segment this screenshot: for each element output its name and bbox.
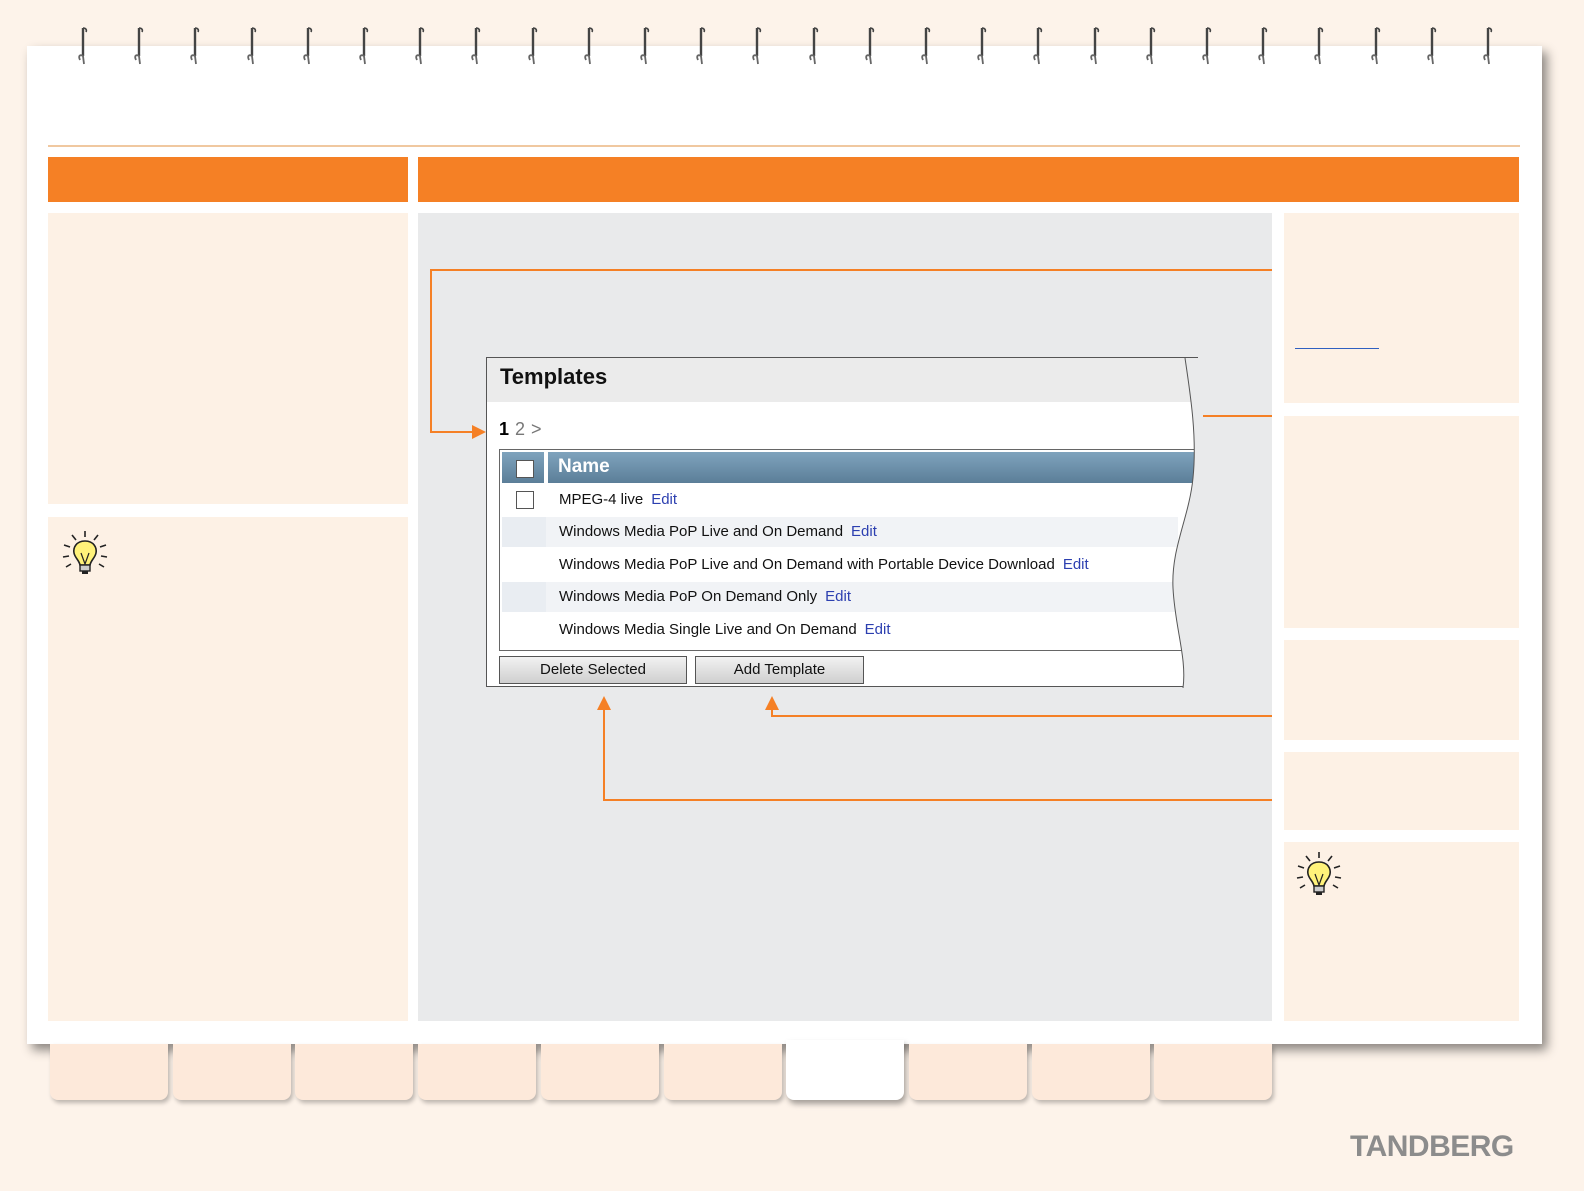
ring-icon: [415, 27, 425, 65]
edit-link[interactable]: Edit: [651, 491, 677, 508]
delete-selected-button[interactable]: Delete Selected: [499, 656, 687, 684]
arrow-icon: [597, 696, 611, 710]
ring-icon: [1202, 27, 1212, 65]
row-select-cell: [502, 485, 546, 515]
right-panel-4: [1284, 752, 1519, 830]
table-row: Windows Media Single Live and On Demand E…: [502, 615, 1178, 645]
ring-icon: [1146, 27, 1155, 65]
ring-icon: [1314, 27, 1324, 65]
table-row: MPEG-4 live Edit: [502, 485, 1178, 515]
ring-icon: [696, 27, 706, 65]
right-panel-1: [1284, 213, 1519, 403]
section-tab[interactable]: [418, 1044, 537, 1100]
row-checkbox[interactable]: [516, 491, 534, 509]
ring-icon: [1427, 27, 1436, 65]
section-tab[interactable]: [663, 1044, 782, 1100]
right-panel-2: [1284, 416, 1519, 628]
ring-icon: [1089, 27, 1099, 65]
table-row: Windows Media PoP On Demand Only Edit: [502, 582, 1178, 612]
ring-icon: [752, 27, 762, 65]
add-template-button[interactable]: Add Template: [695, 656, 864, 684]
ring-icon: [471, 27, 481, 65]
pager-next[interactable]: >: [531, 419, 542, 439]
section-tab[interactable]: [786, 1040, 905, 1100]
header-rule: [48, 145, 1520, 147]
arrow-icon: [472, 425, 486, 439]
right-panel-3: [1284, 640, 1519, 740]
ring-icon: [921, 27, 931, 65]
edit-link[interactable]: Edit: [851, 523, 877, 540]
ring-icon: [584, 27, 593, 65]
section-tab[interactable]: [1031, 1044, 1150, 1100]
ring-icon: [977, 27, 987, 65]
template-name: Windows Media PoP Live and On Demand: [559, 523, 844, 540]
ring-icon: [865, 27, 874, 65]
edit-link[interactable]: Edit: [865, 621, 891, 638]
ring-icon: [246, 27, 256, 65]
left-tip-panel: [48, 517, 408, 1021]
template-name: MPEG-4 live: [559, 491, 644, 508]
templates-screenshot: Templates 1 2 > Name MPEG-4 live Edit Windo…: [486, 357, 1203, 688]
ring-icon: [1483, 27, 1493, 65]
torn-edge: [1172, 358, 1203, 688]
pager-page-2[interactable]: 2: [515, 419, 525, 439]
tandberg-logo: TANDBERG: [1350, 1130, 1514, 1163]
edit-link[interactable]: Edit: [825, 588, 851, 605]
ring-icon: [1258, 27, 1268, 65]
left-info-panel: [48, 213, 408, 504]
ring-icon: [190, 27, 200, 65]
page-title: Templates: [500, 364, 608, 389]
templates-table: Name MPEG-4 live Edit Windows Media PoP L…: [499, 449, 1201, 651]
select-all-checkbox[interactable]: [516, 460, 534, 478]
table-row: Windows Media PoP Live and On Demand wit…: [502, 550, 1178, 580]
ring-icon: [134, 27, 144, 65]
row-select-cell: [502, 550, 546, 580]
table-row: Windows Media PoP Live and On Demand Edit: [502, 517, 1178, 547]
section-tab[interactable]: [50, 1044, 168, 1100]
section-tab[interactable]: [540, 1044, 659, 1100]
lightbulb-icon: [62, 531, 108, 574]
section-tab[interactable]: [172, 1044, 291, 1100]
left-header-bar: [48, 157, 408, 202]
row-select-cell: [502, 615, 546, 645]
right-tip-panel: [1284, 842, 1519, 1021]
pager-current-page: 1: [499, 419, 510, 439]
header-separator: [544, 452, 548, 483]
template-name: Windows Media PoP Live and On Demand wit…: [559, 556, 1055, 573]
main-header-bar: [418, 157, 1519, 202]
ring-icon: [808, 27, 818, 65]
ring-icon: [1033, 27, 1043, 65]
ring-icon: [359, 27, 369, 65]
section-tab[interactable]: [908, 1044, 1027, 1100]
ring-icon: [640, 27, 650, 65]
hyperlink-underline[interactable]: [1295, 348, 1379, 349]
template-name: Windows Media PoP On Demand Only: [559, 588, 818, 605]
template-name: Windows Media Single Live and On Demand: [559, 621, 857, 638]
arrow-icon: [765, 696, 779, 710]
column-header-name[interactable]: Name: [558, 456, 610, 478]
ring-icon: [527, 27, 537, 65]
section-tab[interactable]: [295, 1044, 414, 1100]
lightbulb-icon: [1296, 852, 1342, 895]
pager: 1 2 >: [499, 419, 548, 440]
row-select-cell: [502, 582, 546, 612]
section-tab[interactable]: [1154, 1044, 1273, 1100]
ring-icon: [303, 27, 312, 65]
edit-link[interactable]: Edit: [1063, 556, 1089, 573]
row-select-cell: [502, 517, 546, 547]
ring-icon: [1370, 27, 1380, 65]
ring-icon: [78, 27, 88, 65]
